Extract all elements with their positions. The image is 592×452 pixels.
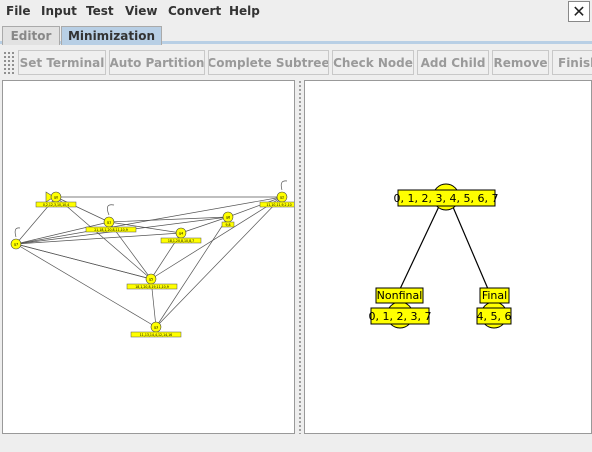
- automaton-panel[interactable]: q0 q1 q2 q3 q4 q5 q6 q7 0,2,12,3,10,10,4…: [2, 80, 295, 434]
- tree-nonfinal-set: 0, 1, 2, 3, 7: [369, 310, 432, 323]
- tab-editor-label: Editor: [10, 29, 52, 43]
- menu-help[interactable]: Help: [229, 4, 260, 18]
- tab-minimization[interactable]: Minimization: [61, 26, 162, 45]
- state-q3-label: 11,13,14,4,12,14,16: [140, 333, 172, 337]
- tree-final-title: Final: [482, 289, 507, 302]
- split-divider[interactable]: [295, 80, 304, 434]
- state-q5-label: 18,1,20,8,19,11,10,9: [135, 285, 168, 289]
- automaton-graph: q0 q1 q2 q3 q4 q5 q6 q7 0,2,12,3,10,10,4…: [10, 180, 294, 338]
- state-q6-id: q6: [226, 216, 230, 220]
- menu-test[interactable]: Test: [86, 4, 114, 18]
- close-icon: ✕: [572, 1, 586, 21]
- status-bar: [0, 434, 592, 452]
- state-q0-label: 0,2,12,3,10,10,4: [43, 203, 69, 207]
- menu-view[interactable]: View: [125, 4, 157, 18]
- set-terminal-button[interactable]: Set Terminal: [18, 50, 106, 75]
- state-q7-id: q7: [14, 243, 18, 247]
- auto-partition-button[interactable]: Auto Partition: [109, 50, 205, 75]
- state-q6-label: 9,8: [225, 223, 230, 227]
- add-child-button[interactable]: Add Child: [417, 50, 489, 75]
- toolbar-grip-icon[interactable]: [3, 51, 15, 74]
- state-q4-label: 18,1,20,8,10,8,7: [168, 239, 194, 243]
- menu-convert[interactable]: Convert: [168, 4, 221, 18]
- state-q5-id: q5: [149, 278, 153, 282]
- tab-minimization-label: Minimization: [67, 29, 156, 43]
- minimization-tree-panel[interactable]: 0, 1, 2, 3, 4, 5, 6, 7 Nonfinal Final 0,…: [304, 80, 592, 434]
- tree-root-label: 0, 1, 2, 3, 4, 5, 6, 7: [394, 192, 499, 205]
- state-q0-id: q0: [54, 196, 58, 200]
- state-q4-id: q4: [179, 232, 184, 236]
- tree-nonfinal-title: Nonfinal: [377, 289, 423, 302]
- menu-bar: File Input Test View Convert Help ✕: [0, 0, 592, 24]
- tree-final-set: 4, 5, 6: [477, 310, 512, 323]
- state-q3-id: q3: [154, 326, 158, 330]
- tab-editor[interactable]: Editor: [2, 26, 60, 45]
- state-q2-label: 11,10,11,9,2,10: [266, 203, 291, 207]
- minimization-tree: 0, 1, 2, 3, 4, 5, 6, 7 Nonfinal Final 0,…: [369, 183, 512, 329]
- menu-file[interactable]: File: [6, 4, 31, 18]
- remove-button[interactable]: Remove: [492, 50, 549, 75]
- menu-input[interactable]: Input: [41, 4, 77, 18]
- state-q2-id: q2: [280, 196, 284, 200]
- tab-strip: Editor Minimization: [0, 24, 592, 45]
- check-node-button[interactable]: Check Node: [332, 50, 414, 75]
- state-q1-id: q1: [107, 221, 111, 225]
- finish-button[interactable]: Finish: [552, 50, 592, 75]
- complete-subtree-button[interactable]: Complete Subtree: [208, 50, 329, 75]
- toolbar: Set Terminal Auto Partition Complete Sub…: [0, 48, 592, 77]
- close-button[interactable]: ✕: [568, 1, 590, 22]
- state-q1-label: 21,18,1,20,8,11,10,9: [94, 228, 127, 232]
